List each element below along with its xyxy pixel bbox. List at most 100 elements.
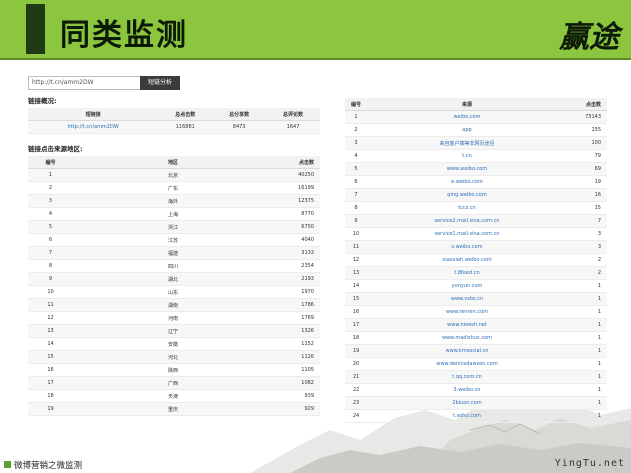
- row-number: 11: [345, 240, 367, 254]
- row-label[interactable]: t.qq.com.cn: [367, 370, 567, 384]
- row-number: 15: [28, 350, 73, 364]
- row-label: 广东: [73, 181, 273, 195]
- column-header: 点击数: [567, 98, 607, 111]
- row-label[interactable]: service1.mail.sina.com.cn: [367, 227, 567, 241]
- click-count: 1: [567, 331, 607, 345]
- row-number: 23: [345, 396, 367, 410]
- click-count: 69: [567, 162, 607, 176]
- row-number: 12: [345, 253, 367, 267]
- row-label[interactable]: 2biuon.com: [367, 396, 567, 410]
- click-count: 8770: [273, 207, 320, 221]
- row-number: 15: [345, 292, 367, 306]
- row-number: 18: [28, 389, 73, 403]
- click-count: 2354: [273, 259, 320, 273]
- table-header-row: 编号 来源 点击数: [345, 98, 607, 111]
- analyze-button[interactable]: 短链分析: [140, 76, 180, 90]
- click-count: 939: [273, 389, 320, 403]
- table-row: 13 辽宁 1326: [28, 324, 320, 338]
- footer-caption: 微博营销之微监测: [14, 461, 83, 471]
- row-label[interactable]: t.8feed.cn: [367, 266, 567, 280]
- table-row: http://t.cn/amm2DW 116881 8473 1647: [28, 120, 320, 134]
- click-count: 16199: [273, 181, 320, 195]
- table-row: 1 北京 40250: [28, 168, 320, 182]
- row-label[interactable]: t.sohu.com: [367, 409, 567, 423]
- click-count: 2193: [273, 272, 320, 286]
- column-header: 编号: [345, 98, 367, 111]
- short-link[interactable]: http://t.cn/amm2DW: [28, 120, 159, 134]
- short-link-input[interactable]: http://t.cn/amm2DW: [28, 76, 141, 90]
- regions-table: 编号 地区 点击数 1 北京 40250 2 广东 16199 3 海外 12375 4 上海 8770 5 浙…: [28, 156, 320, 416]
- click-count: 1: [567, 279, 607, 293]
- row-label: 江苏: [73, 233, 273, 247]
- row-label[interactable]: weibo.com: [367, 110, 567, 124]
- row-label[interactable]: qing.weibo.com: [367, 188, 567, 202]
- site-watermark: YingTu.net: [554, 458, 625, 469]
- row-label: 福建: [73, 246, 273, 260]
- click-count: 1: [567, 305, 607, 319]
- row-number: 9: [345, 214, 367, 228]
- table-row: 18 www.madishux.com 1: [345, 331, 607, 345]
- row-label: 湖南: [73, 298, 273, 312]
- row-number: 4: [345, 149, 367, 163]
- column-header: 总分享数: [212, 108, 267, 121]
- row-label: 湖北: [73, 272, 273, 286]
- column-header: 总点击数: [158, 108, 213, 121]
- table-row: 2 app 155: [345, 123, 607, 137]
- row-label[interactable]: www.kmsocial.cn: [367, 344, 567, 358]
- click-count: 16: [567, 188, 607, 202]
- regions-title: 链接点击来源地区:: [28, 145, 83, 153]
- row-number: 4: [28, 207, 73, 221]
- row-label[interactable]: s.weibo.com: [367, 240, 567, 254]
- table-row: 6 江苏 4040: [28, 233, 320, 247]
- table-header-row: 编号 地区 点击数: [28, 156, 320, 169]
- row-label: 河北: [73, 350, 273, 364]
- table-row: 19 重庆 929: [28, 402, 320, 416]
- table-row: 10 service1.mail.sina.com.cn 3: [345, 227, 607, 241]
- table-row: 10 山东 1970: [28, 285, 320, 299]
- row-label[interactable]: www.vsbs.cn: [367, 292, 567, 306]
- table-row: 17 www.nieesh.net 1: [345, 318, 607, 332]
- row-number: 22: [345, 383, 367, 397]
- click-count: 6750: [273, 220, 320, 234]
- row-label[interactable]: t.cn: [367, 149, 567, 163]
- click-count: 929: [273, 402, 320, 416]
- row-label[interactable]: tccz.cn: [367, 201, 567, 215]
- row-label[interactable]: 来自客户端等非网页途径: [367, 136, 567, 150]
- click-count: 40250: [273, 168, 320, 182]
- row-number: 7: [345, 188, 367, 202]
- table-row: 21 t.qq.com.cn 1: [345, 370, 607, 384]
- row-label[interactable]: www.nieesh.net: [367, 318, 567, 332]
- table-row: 17 广西 1082: [28, 376, 320, 390]
- row-label[interactable]: service2.mail.sina.com.cn: [367, 214, 567, 228]
- click-count: 1126: [273, 350, 320, 364]
- table-row: 6 e.weibo.com 19: [345, 175, 607, 189]
- row-label[interactable]: www.madishux.com: [367, 331, 567, 345]
- row-label[interactable]: 3.weibo.cn: [367, 383, 567, 397]
- table-row: 22 3.weibo.cn 1: [345, 383, 607, 397]
- table-row: 1 weibo.com 73143: [345, 110, 607, 124]
- row-label[interactable]: yunyun.com: [367, 279, 567, 293]
- row-number: 5: [345, 162, 367, 176]
- table-row: 15 www.vsbs.cn 1: [345, 292, 607, 306]
- click-count: 2: [567, 266, 607, 280]
- row-number: 13: [28, 324, 73, 338]
- row-label[interactable]: xiaoxiah.weibo.com: [367, 253, 567, 267]
- click-count: 1: [567, 292, 607, 306]
- column-header: 地区: [73, 156, 273, 169]
- row-number: 17: [28, 376, 73, 390]
- table-row: 11 s.weibo.com 3: [345, 240, 607, 254]
- row-label[interactable]: www.dennisdawson.com: [367, 357, 567, 371]
- row-number: 3: [345, 136, 367, 150]
- table-row: 4 上海 8770: [28, 207, 320, 221]
- row-number: 1: [28, 168, 73, 182]
- row-number: 13: [345, 266, 367, 280]
- column-header: 总评论数: [266, 108, 320, 121]
- click-count: 1769: [273, 311, 320, 325]
- row-number: 8: [28, 259, 73, 273]
- row-number: 12: [28, 311, 73, 325]
- row-label[interactable]: www.renren.com: [367, 305, 567, 319]
- row-label[interactable]: e.weibo.com: [367, 175, 567, 189]
- row-label[interactable]: www.weibo.com: [367, 162, 567, 176]
- click-count: 155: [567, 123, 607, 137]
- row-label[interactable]: app: [367, 123, 567, 137]
